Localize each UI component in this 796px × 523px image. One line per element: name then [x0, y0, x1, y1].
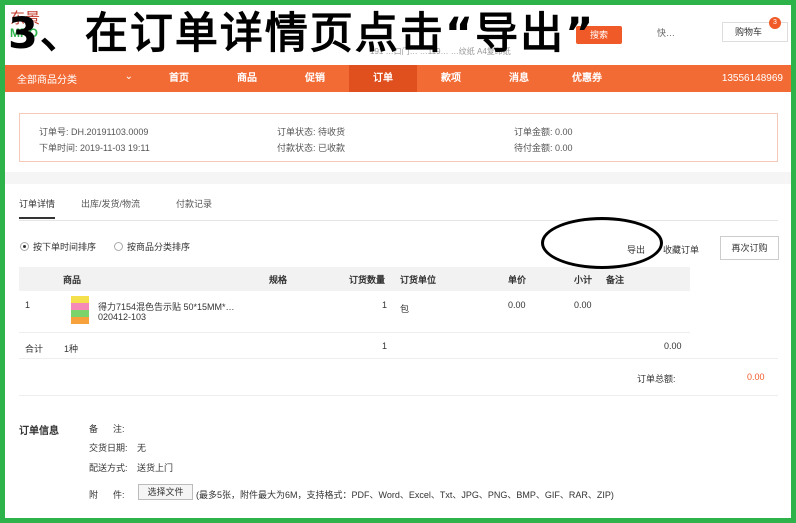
nav-item-products[interactable]: 商品: [213, 65, 281, 92]
total-qty: 1: [382, 341, 388, 351]
attachment-hint: (最多5张，附件最大为6M，支持格式：PDF、Word、Excel、Txt、JP…: [196, 490, 614, 500]
tab-payment-records[interactable]: 付款记录: [176, 197, 212, 210]
nav-item-messages[interactable]: 消息: [485, 65, 553, 92]
order-time: 下单时间: 2019-11-03 19:11: [39, 143, 150, 153]
order-info-heading: 订单信息: [19, 426, 59, 437]
col-remark: 备注: [606, 275, 625, 285]
total-label: 合计: [25, 344, 44, 354]
radio-unchecked-icon: [114, 242, 123, 251]
row-price: 0.00: [508, 300, 526, 310]
delivery-date-label: 交货日期:: [89, 443, 128, 453]
highlight-ellipse: [541, 217, 663, 269]
cart-label: 购物车: [735, 27, 763, 37]
remark-label: 备 注:: [89, 424, 125, 434]
main-nav: 全部商品分类 ⌄ 首页 商品 促销 订单 款项 消息 优惠券 135561489…: [5, 65, 791, 92]
attachment-label: 附 件:: [89, 490, 125, 500]
delivery-method-value: 送货上门: [137, 463, 174, 473]
order-status-value: 待收货: [318, 127, 346, 137]
delivery-date-value: 无: [137, 443, 147, 453]
row-index: 1: [25, 300, 31, 310]
col-spec: 规格: [269, 275, 288, 285]
favorite-order-button[interactable]: 收藏订单: [663, 243, 699, 256]
nav-item-home[interactable]: 首页: [145, 65, 213, 92]
nav-item-coupons[interactable]: 优惠券: [553, 65, 621, 92]
table-row: 1 得力7154混色告示贴 50*15MM*… 020412-103 1 包 0…: [19, 291, 690, 333]
detail-tabs: 订单详情 出库/发货/物流 付款记录: [19, 193, 778, 221]
choose-file-button[interactable]: 选择文件: [138, 484, 193, 500]
all-categories-menu[interactable]: 全部商品分类 ⌄: [5, 71, 145, 86]
order-status-label: 订单状态:: [277, 127, 319, 137]
section-divider: [5, 172, 791, 184]
col-subtotal: 小计: [574, 275, 593, 285]
nav-item-promotions[interactable]: 促销: [281, 65, 349, 92]
product-thumbnail[interactable]: [71, 296, 89, 324]
pending-amount: 待付金额: 0.00: [514, 143, 573, 153]
quick-order-link[interactable]: 快…: [657, 26, 675, 39]
grand-total-value: 0.00: [747, 372, 765, 382]
payment-status: 付款状态: 已收款: [277, 143, 346, 153]
table-total-row: 合计 1种 1 0.00: [19, 335, 778, 359]
tab-order-detail[interactable]: 订单详情: [19, 197, 56, 219]
col-unit: 订货单位: [400, 275, 437, 285]
cart-count-badge: 3: [769, 17, 781, 29]
chevron-down-icon: ⌄: [124, 71, 133, 82]
divider: [19, 395, 778, 396]
total-kinds: 1种: [64, 344, 79, 354]
sort-by-time-label: 按下单时间排序: [33, 242, 97, 252]
row-subtotal: 0.00: [574, 300, 592, 310]
all-categories-label: 全部商品分类: [17, 75, 77, 86]
total-amount: 0.00: [664, 341, 682, 351]
nav-item-orders[interactable]: 订单: [349, 65, 417, 92]
cart-button[interactable]: 购物车 3: [722, 17, 788, 42]
sort-by-category-label: 按商品分类排序: [127, 242, 191, 252]
product-code: 020412-103: [98, 312, 147, 322]
col-price: 单价: [508, 275, 527, 285]
table-header: 商品 规格 订货数量 订货单位 单价 小计 备注: [19, 267, 690, 291]
radio-checked-icon: [20, 242, 29, 251]
nav-item-payments[interactable]: 款项: [417, 65, 485, 92]
order-amount: 订单金额: 0.00: [514, 127, 573, 137]
col-qty: 订货数量: [349, 275, 386, 285]
row-qty: 1: [382, 300, 388, 310]
tutorial-caption: 3、在订单详情页点击“导出”: [8, 9, 596, 59]
tab-shipping[interactable]: 出库/发货/物流: [81, 197, 140, 210]
col-product: 商品: [63, 275, 82, 285]
sort-by-time-option[interactable]: 按下单时间排序: [20, 240, 96, 253]
user-phone[interactable]: 13556148969: [722, 73, 791, 84]
delivery-method-label: 配送方式:: [89, 463, 128, 473]
reorder-button[interactable]: 再次订购: [720, 236, 779, 260]
row-unit: 包: [400, 304, 410, 314]
sort-by-category-option[interactable]: 按商品分类排序: [114, 240, 190, 253]
order-summary: 订单号: DH.20191103.0009 下单时间: 2019-11-03 1…: [19, 113, 778, 162]
order-status: 订单状态: 待收货: [277, 125, 345, 138]
grand-total-label: 订单总额:: [637, 374, 676, 384]
order-number: 订单号: DH.20191103.0009: [39, 127, 149, 137]
